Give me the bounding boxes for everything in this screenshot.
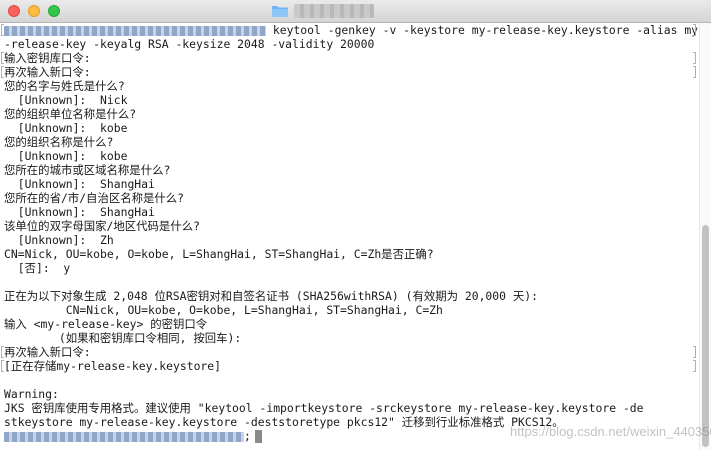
terminal-line: 您所在的省/市/自治区名称是什么?	[4, 191, 698, 205]
line-marker-right	[693, 52, 696, 64]
terminal-line: [否]: y	[4, 261, 698, 275]
terminal-line: Warning:	[4, 387, 698, 401]
obscured-prompt	[4, 431, 244, 442]
terminal-line-text: Warning:	[4, 387, 59, 401]
terminal-line: -release-key -keyalg RSA -keysize 2048 -…	[4, 37, 698, 51]
title-bar[interactable]: ​	[0, 0, 711, 23]
terminal-line-text: 您所在的省/市/自治区名称是什么?	[4, 191, 185, 205]
terminal-line-text: 再次输入新口令:	[4, 65, 91, 79]
terminal-line: [Unknown]: Zh	[4, 233, 698, 247]
folder-icon	[272, 6, 288, 17]
terminal-line-text: 再次输入新口令:	[4, 345, 91, 359]
terminal-line-text: [正在存储my-release-key.keystore]	[4, 359, 222, 373]
terminal-line-text: CN=Nick, OU=kobe, O=kobe, L=ShangHai, ST…	[4, 247, 434, 261]
terminal-line-text: 输入密钥库口令:	[4, 51, 91, 65]
terminal-line-text: 输入 <my-release-key> 的密钥口令	[4, 317, 208, 331]
terminal-line-text: [Unknown]: Nick	[4, 93, 128, 107]
terminal-line-text: [Unknown]: kobe	[4, 149, 128, 163]
terminal-line: 您的组织单位名称是什么?	[4, 107, 698, 121]
terminal-line: [Unknown]: kobe	[4, 149, 698, 163]
terminal-line: 您所在的城市或区域名称是什么?	[4, 163, 698, 177]
line-marker-right	[693, 360, 696, 372]
terminal-line: [Unknown]: Nick	[4, 93, 698, 107]
terminal-line: 输入密钥库口令:	[1, 51, 698, 65]
terminal-line-text: [Unknown]: ShangHai	[4, 205, 155, 219]
line-marker-right	[693, 24, 696, 36]
terminal-line: [Unknown]: ShangHai	[4, 177, 698, 191]
scrollbar-thumb[interactable]	[702, 225, 709, 447]
terminal-line: 再次输入新口令:	[1, 65, 698, 79]
terminal-line: 输入 <my-release-key> 的密钥口令	[4, 317, 698, 331]
terminal-line-text: 您的组织名称是什么?	[4, 135, 114, 149]
terminal-line: 您的组织名称是什么?	[4, 135, 698, 149]
text-cursor	[254, 430, 262, 443]
terminal-line-text: [Unknown]: ShangHai	[4, 177, 155, 191]
terminal-line-text: 该单位的双字母国家/地区代码是什么?	[4, 219, 200, 233]
terminal-line: [正在存储my-release-key.keystore]	[1, 359, 698, 373]
terminal-line-text: [否]: y	[4, 261, 71, 275]
obscured-prompt-prefix	[4, 25, 266, 36]
terminal-line: 再次输入新口令:	[1, 345, 698, 359]
terminal-window: ​ keytool -genkey -v -keystore my-releas…	[0, 0, 711, 450]
terminal-line-text: 您的组织单位名称是什么?	[4, 107, 137, 121]
terminal-line-text: keytool -genkey -v -keystore my-release-…	[272, 23, 698, 37]
terminal-line: 该单位的双字母国家/地区代码是什么?	[4, 219, 698, 233]
terminal-line-text: 您的名字与姓氏是什么?	[4, 79, 125, 93]
terminal-line-text: [Unknown]: Zh	[4, 233, 114, 247]
terminal-line-text: CN=Nick, OU=kobe, O=kobe, L=ShangHai, ST…	[4, 303, 443, 317]
vertical-scrollbar[interactable]	[699, 23, 711, 450]
terminal-output[interactable]: keytool -genkey -v -keystore my-release-…	[0, 23, 698, 450]
terminal-line-text: 正在为以下对象生成 2,048 位RSA密钥对和自签名证书 (SHA256wit…	[4, 289, 538, 303]
terminal-line: CN=Nick, OU=kobe, O=kobe, L=ShangHai, ST…	[4, 247, 698, 261]
line-marker-right	[693, 346, 696, 358]
terminal-line: keytool -genkey -v -keystore my-release-…	[1, 23, 698, 37]
close-button[interactable]	[8, 5, 20, 17]
window-title-area: ​	[272, 4, 374, 18]
terminal-line: 您的名字与姓氏是什么?	[4, 79, 698, 93]
terminal-line-text: (如果和密钥库口令相同, 按回车):	[4, 331, 242, 345]
terminal-line: CN=Nick, OU=kobe, O=kobe, L=ShangHai, ST…	[4, 303, 698, 317]
terminal-line: 正在为以下对象生成 2,048 位RSA密钥对和自签名证书 (SHA256wit…	[4, 289, 698, 303]
terminal-line-text: -release-key -keyalg RSA -keysize 2048 -…	[4, 37, 375, 51]
minimize-button[interactable]	[28, 5, 40, 17]
terminal-line: [Unknown]: kobe	[4, 121, 698, 135]
terminal-line: [Unknown]: ShangHai	[4, 205, 698, 219]
window-title-obscured: ​	[294, 4, 374, 18]
prompt-suffix: ;	[244, 429, 251, 443]
terminal-line-text: [Unknown]: kobe	[4, 121, 128, 135]
terminal-line-text: stkeystore my-release-key.keystore -dest…	[4, 415, 564, 429]
terminal-line: JKS 密钥库使用专用格式。建议使用 "keytool -importkeyst…	[4, 401, 698, 415]
line-marker-right	[693, 66, 696, 78]
watermark: https://blog.csdn.net/weixin_44035088	[510, 424, 711, 439]
terminal-line-text: 您所在的城市或区域名称是什么?	[4, 163, 171, 177]
maximize-button[interactable]	[48, 5, 60, 17]
terminal-line: (如果和密钥库口令相同, 按回车):	[4, 331, 698, 345]
terminal-line-text: JKS 密钥库使用专用格式。建议使用 "keytool -importkeyst…	[4, 401, 644, 415]
